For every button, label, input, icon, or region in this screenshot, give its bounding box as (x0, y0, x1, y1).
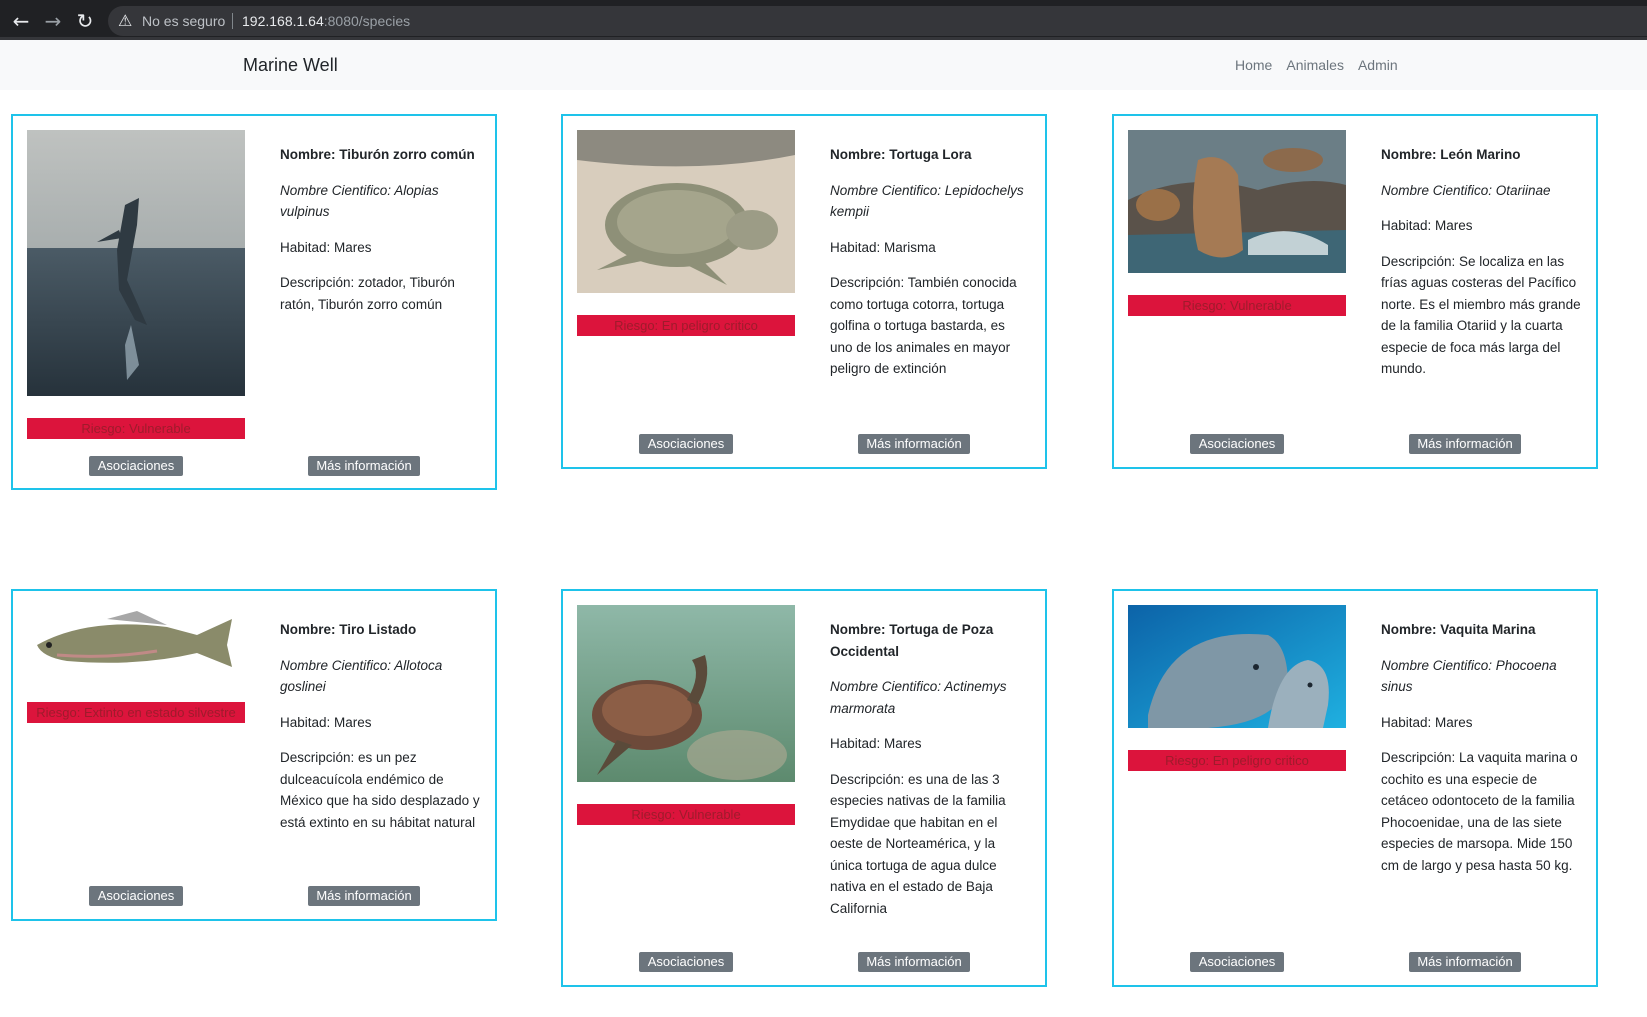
url-path: :8080/species (323, 13, 411, 29)
more-info-button[interactable]: Más información (1409, 952, 1521, 972)
species-description: Descripción: La vaquita marina o cochito… (1381, 750, 1578, 873)
risk-badge: Riesgo: Vulnerable (577, 804, 795, 825)
species-habitat: Habitad: Marisma (830, 239, 936, 255)
risk-badge: Riesgo: Extinto en estado silvestre (27, 702, 245, 723)
species-info: Nombre: Tortuga Lora Nombre Cientifico: … (830, 144, 1030, 394)
associations-button[interactable]: Asociaciones (89, 456, 183, 476)
more-info-button[interactable]: Más información (858, 952, 970, 972)
url-host: 192.168.1.64 (242, 13, 324, 29)
reload-icon[interactable]: ↻ (72, 8, 98, 34)
species-scientific-name: Nombre Cientifico: Otariinae (1381, 182, 1551, 198)
species-description: Descripción: zotador, Tiburón ratón, Tib… (280, 275, 455, 312)
risk-badge: Riesgo: En peligro critico (1128, 750, 1346, 771)
species-description: Descripción: Se localiza en las frías ag… (1381, 253, 1581, 377)
species-habitat: Habitad: Mares (280, 239, 372, 255)
species-habitat: Habitad: Mares (1381, 218, 1473, 233)
species-habitat: Habitad: Mares (1381, 714, 1473, 730)
species-photo (1128, 130, 1346, 273)
species-card: Riesgo: Vulnerable Nombre: Tortuga de Po… (561, 589, 1047, 987)
nav-links: Home Animales Admin (1235, 57, 1398, 73)
associations-button[interactable]: Asociaciones (639, 952, 733, 972)
associations-button[interactable]: Asociaciones (1190, 434, 1284, 454)
associations-button[interactable]: Asociaciones (89, 886, 183, 906)
associations-button[interactable]: Asociaciones (1190, 952, 1284, 972)
forward-arrow-icon[interactable]: → (40, 8, 66, 34)
nav-link-admin[interactable]: Admin (1358, 57, 1398, 73)
species-name: Nombre: Tortuga Lora (830, 147, 972, 162)
site-navbar: Marine Well Home Animales Admin (0, 40, 1647, 90)
species-card: Riesgo: En peligro critico Nombre: Tortu… (561, 114, 1047, 469)
species-description: Descripción: es un pez dulceacuícola end… (280, 750, 480, 830)
more-info-button[interactable]: Más información (308, 456, 420, 476)
species-name: Nombre: Tortuga de Poza Occidental (830, 622, 994, 659)
species-photo (1128, 605, 1346, 728)
risk-badge: Riesgo: En peligro critico (577, 315, 795, 336)
species-name: Nombre: Tiburón zorro común (280, 147, 475, 162)
species-scientific-name: Nombre Cientifico: Allotoca goslinei (280, 657, 443, 695)
more-info-button[interactable]: Más información (308, 886, 420, 906)
species-description: Descripción: También conocida como tortu… (830, 275, 1017, 376)
species-name: Nombre: Tiro Listado (280, 622, 417, 637)
species-name: Nombre: Vaquita Marina (1381, 622, 1536, 637)
species-card: Riesgo: Extinto en estado silvestre Nomb… (11, 589, 497, 921)
species-scientific-name: Nombre Cientifico: Actinemys marmorata (830, 679, 1007, 716)
species-scientific-name: Nombre Cientifico: Lepidochelys kempii (830, 182, 1024, 220)
species-info: Nombre: Tiburón zorro común Nombre Cient… (280, 144, 480, 329)
address-bar[interactable]: ⚠ No es seguro 192.168.1.64:8080/species (108, 6, 1647, 36)
risk-badge: Riesgo: Vulnerable (27, 418, 245, 439)
brand-logo-text[interactable]: Marine Well (243, 55, 338, 76)
more-info-button[interactable]: Más información (1409, 434, 1521, 454)
url-text[interactable]: 192.168.1.64:8080/species (242, 13, 410, 29)
back-arrow-icon[interactable]: ← (8, 8, 34, 34)
species-photo (27, 605, 245, 680)
address-separator (232, 13, 233, 29)
species-card: Riesgo: Vulnerable Nombre: Tiburón zorro… (11, 114, 497, 490)
species-description: Descripción: es una de las 3 especies na… (830, 771, 1006, 916)
species-photo (577, 605, 795, 782)
species-card: Riesgo: En peligro critico Nombre: Vaqui… (1112, 589, 1598, 987)
species-info: Nombre: Tortuga de Poza Occidental Nombr… (830, 619, 1030, 933)
nav-link-home[interactable]: Home (1235, 57, 1272, 73)
warning-icon[interactable]: ⚠ (118, 11, 132, 30)
species-card: Riesgo: Vulnerable Nombre: León Marino N… (1112, 114, 1598, 469)
insecure-label[interactable]: No es seguro (142, 13, 225, 29)
species-info: Nombre: Tiro Listado Nombre Cientifico: … (280, 619, 480, 847)
species-info: Nombre: León Marino Nombre Cientifico: O… (1381, 144, 1581, 394)
risk-badge: Riesgo: Vulnerable (1128, 295, 1346, 316)
species-photo (27, 130, 245, 396)
species-photo (577, 130, 795, 293)
species-info: Nombre: Vaquita Marina Nombre Cientifico… (1381, 619, 1581, 890)
browser-toolbar: ← → ↻ ⚠ No es seguro 192.168.1.64:8080/s… (0, 0, 1647, 40)
species-habitat: Habitad: Mares (280, 714, 372, 730)
associations-button[interactable]: Asociaciones (639, 434, 733, 454)
species-name: Nombre: León Marino (1381, 147, 1521, 162)
more-info-button[interactable]: Más información (858, 434, 970, 454)
species-habitat: Habitad: Mares (830, 736, 922, 751)
species-scientific-name: Nombre Cientifico: Phocoena sinus (1381, 657, 1557, 695)
nav-link-animales[interactable]: Animales (1286, 57, 1344, 73)
species-scientific-name: Nombre Cientifico: Alopias vulpinus (280, 182, 439, 220)
